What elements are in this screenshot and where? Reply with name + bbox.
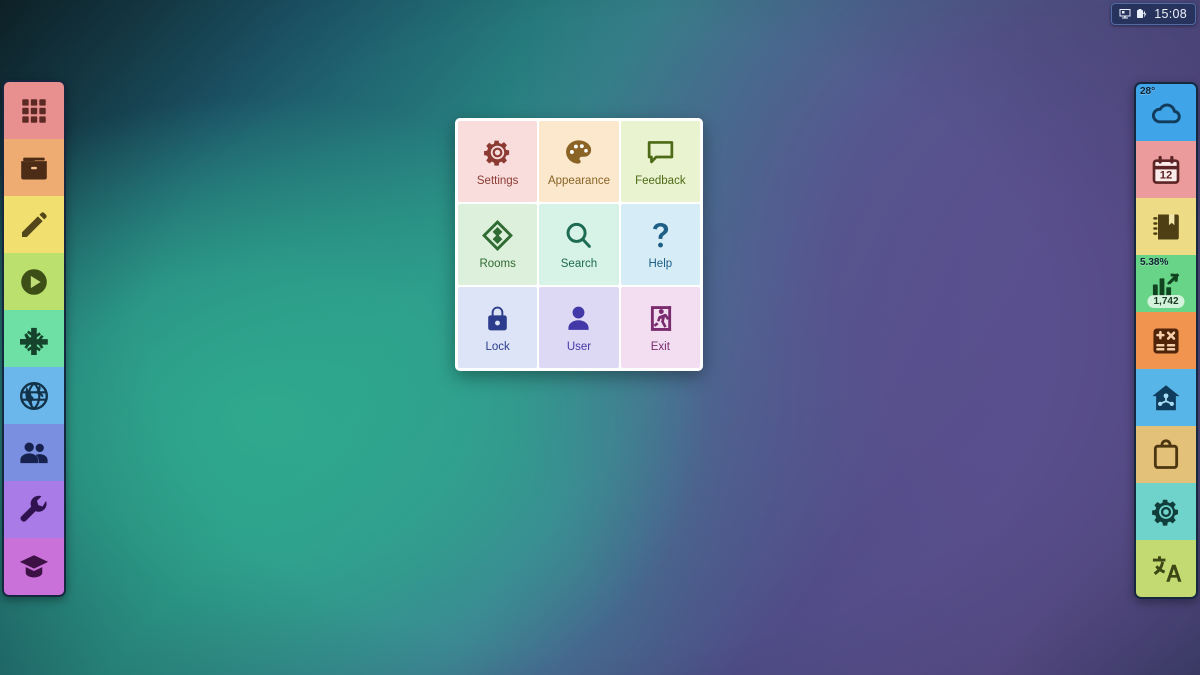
menu-tile-label: Rooms xyxy=(479,257,516,270)
graduation-cap-icon xyxy=(18,551,50,583)
right-dock-item-smart-home[interactable] xyxy=(1136,369,1196,426)
menu-tile-lock[interactable]: Lock xyxy=(458,287,538,368)
people-icon xyxy=(18,437,50,469)
menu-tile-settings[interactable]: Settings xyxy=(458,121,538,202)
menu-tile-label: Settings xyxy=(476,174,519,187)
right-dock-item-translate[interactable] xyxy=(1136,540,1196,597)
menu-tile-user[interactable]: User xyxy=(539,287,619,368)
right-dock-item-stats[interactable]: 5.38% 1,742 xyxy=(1136,255,1196,312)
left-dock-item-games[interactable] xyxy=(4,310,64,367)
pencil-icon xyxy=(18,209,50,241)
left-dock-item-apps-grid[interactable] xyxy=(4,82,64,139)
desktop-background: 15:08 28° 12 5.38% 1,742 Settings Appear… xyxy=(0,0,1200,675)
clock-label: 15:08 xyxy=(1154,7,1187,21)
cloud-icon xyxy=(1150,97,1182,129)
gamepad-dpad-icon xyxy=(18,323,50,355)
menu-tile-label: Exit xyxy=(650,340,670,353)
right-dock-item-clipboard[interactable] xyxy=(1136,426,1196,483)
menu-tile-search[interactable]: Search xyxy=(539,204,619,285)
magnifier-icon xyxy=(563,220,594,251)
menu-tile-rooms[interactable]: Rooms xyxy=(458,204,538,285)
left-dock-item-contacts[interactable] xyxy=(4,424,64,481)
folder-icon xyxy=(18,152,50,184)
menu-tile-label: Help xyxy=(648,257,673,270)
left-dock-item-files[interactable] xyxy=(4,139,64,196)
menu-tile-exit[interactable]: Exit xyxy=(620,287,700,368)
popup-menu[interactable]: Settings Appearance Feedback Rooms Searc… xyxy=(455,118,703,371)
right-dock[interactable]: 28° 12 5.38% 1,742 xyxy=(1134,82,1198,599)
play-circle-icon xyxy=(18,266,50,298)
rooms-diamond-icon xyxy=(482,219,514,251)
left-dock-item-tools[interactable] xyxy=(4,481,64,538)
menu-tile-label: Search xyxy=(560,257,598,270)
left-dock[interactable] xyxy=(2,80,66,597)
gear-icon xyxy=(482,137,513,168)
smart-home-icon xyxy=(1150,382,1182,414)
right-dock-badge-stats: 5.38% xyxy=(1140,257,1169,268)
exit-door-icon xyxy=(645,303,676,334)
right-dock-pill-stats: 1,742 xyxy=(1147,295,1185,308)
left-dock-item-editor[interactable] xyxy=(4,196,64,253)
menu-tile-label: Appearance xyxy=(547,174,610,187)
menu-tile-label: User xyxy=(566,340,592,353)
status-bar[interactable]: 15:08 xyxy=(1111,3,1196,25)
right-dock-item-calculator[interactable] xyxy=(1136,312,1196,369)
menu-tile-help[interactable]: Help xyxy=(620,204,700,285)
right-dock-item-notebook[interactable] xyxy=(1136,198,1196,255)
left-dock-item-learning[interactable] xyxy=(4,538,64,595)
battery-charging-icon[interactable] xyxy=(1136,8,1149,20)
display-icon[interactable] xyxy=(1119,8,1131,20)
menu-tile-label: Feedback xyxy=(635,174,686,187)
right-dock-item-weather[interactable]: 28° xyxy=(1136,84,1196,141)
gear-icon xyxy=(1150,496,1182,528)
calendar-12-icon: 12 xyxy=(1150,154,1182,186)
right-dock-badge-weather: 28° xyxy=(1140,86,1156,97)
palette-icon xyxy=(563,137,594,168)
menu-tile-label: Lock xyxy=(485,340,510,353)
left-dock-item-browser[interactable] xyxy=(4,367,64,424)
notebook-icon xyxy=(1150,211,1182,243)
menu-tile-appearance[interactable]: Appearance xyxy=(539,121,619,202)
lock-icon xyxy=(482,303,513,334)
question-mark-icon xyxy=(645,220,676,251)
translate-icon xyxy=(1150,553,1182,585)
user-icon xyxy=(563,303,594,334)
left-dock-item-media[interactable] xyxy=(4,253,64,310)
speech-bubble-icon xyxy=(645,137,676,168)
globe-icon xyxy=(18,380,50,412)
clipboard-icon xyxy=(1150,438,1182,471)
calculator-icon xyxy=(1150,325,1182,357)
right-dock-item-calendar[interactable]: 12 xyxy=(1136,141,1196,198)
svg-text:12: 12 xyxy=(1160,169,1172,181)
right-dock-item-settings[interactable] xyxy=(1136,483,1196,540)
wrench-icon xyxy=(18,494,50,526)
menu-tile-feedback[interactable]: Feedback xyxy=(620,121,700,202)
grid-apps-icon xyxy=(18,95,50,127)
